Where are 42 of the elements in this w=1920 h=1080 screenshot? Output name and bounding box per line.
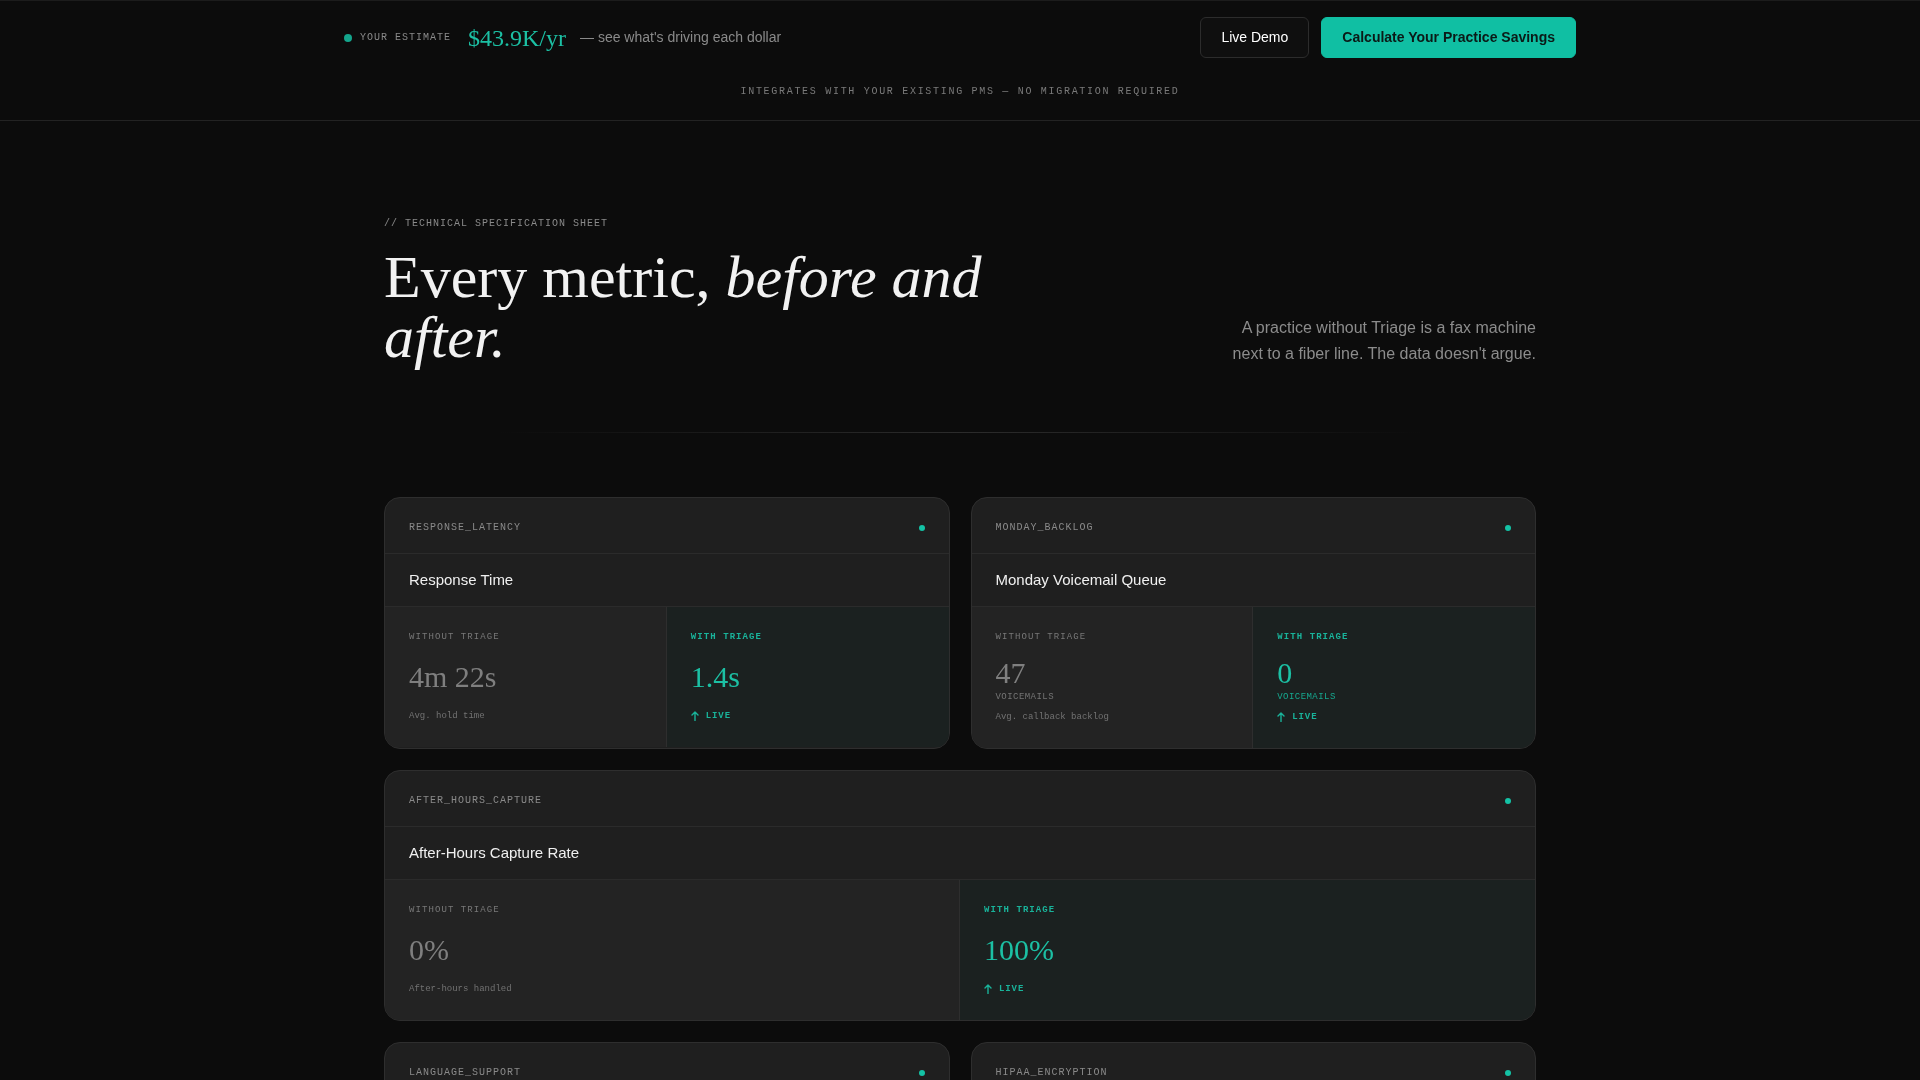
panel-label: WITHOUT TRIAGE — [995, 631, 1088, 643]
panel-label: WITHOUT TRIAGE — [409, 631, 501, 643]
live-status: LIVE — [999, 983, 1025, 995]
integrations-note: INTEGRATES WITH YOUR EXISTING PMS — NO MIGRATION REQUIRED — [740, 86, 1180, 98]
metric-unit: VOICEMAILS — [995, 691, 1055, 703]
status-dot-icon — [1505, 798, 1511, 804]
metric-value: 0% — [409, 932, 450, 968]
status-dot-icon — [1505, 525, 1511, 531]
metric-note: Avg. hold time — [409, 710, 486, 722]
metric-value: 100% — [984, 932, 1055, 968]
metric-code: RESPONSE_LATENCY — [409, 522, 521, 534]
demo-button[interactable]: Live Demo — [1200, 17, 1310, 58]
metric-code: AFTER_HOURS_CAPTURE — [409, 795, 543, 807]
live-status: LIVE — [1292, 711, 1318, 723]
metric-note: After-hours handled — [409, 983, 513, 995]
arrow-up-icon — [690, 711, 699, 721]
section-eyebrow: // TECHNICAL SPECIFICATION SHEET — [384, 218, 609, 230]
status-dot-icon — [344, 33, 352, 42]
hero-tagline: A practice without Triage is a fax machine next to a fiber line. The data doesn't argue. — [1231, 318, 1536, 364]
metric-value: 1.4s — [690, 659, 741, 695]
panel-label: WITH TRIAGE — [690, 631, 764, 643]
metric-unit: VOICEMAILS — [1277, 691, 1337, 703]
metric-value: 0 — [1277, 655, 1294, 691]
panel-label: WITHOUT TRIAGE — [409, 904, 501, 916]
estimate-note: — see what's driving each dollar — [580, 28, 782, 47]
status-dot-icon — [918, 1070, 925, 1076]
metric-code: LANGUAGE_SUPPORT — [409, 1067, 521, 1079]
arrow-up-icon — [984, 984, 992, 994]
arrow-up-icon — [1277, 712, 1286, 722]
panel-label: WITH TRIAGE — [984, 904, 1057, 916]
status-dot-icon — [1505, 1070, 1511, 1076]
metric-note: Avg. callback backlog — [995, 711, 1110, 723]
cta-button[interactable]: Calculate Your Practice Savings — [1321, 17, 1576, 58]
panel-label: WITH TRIAGE — [1277, 631, 1350, 643]
live-status: LIVE — [705, 710, 731, 722]
estimate-label: YOUR ESTIMATE — [360, 31, 451, 44]
status-dot-icon — [918, 525, 925, 531]
metric-value: 47 — [995, 655, 1027, 691]
metric-code: MONDAY_BACKLOG — [995, 522, 1094, 534]
metric-value: 4m 22s — [409, 659, 498, 695]
estimate-value: $43.9K/yr — [468, 23, 566, 52]
metric-code: HIPAA_ENCRYPTION — [995, 1067, 1108, 1079]
